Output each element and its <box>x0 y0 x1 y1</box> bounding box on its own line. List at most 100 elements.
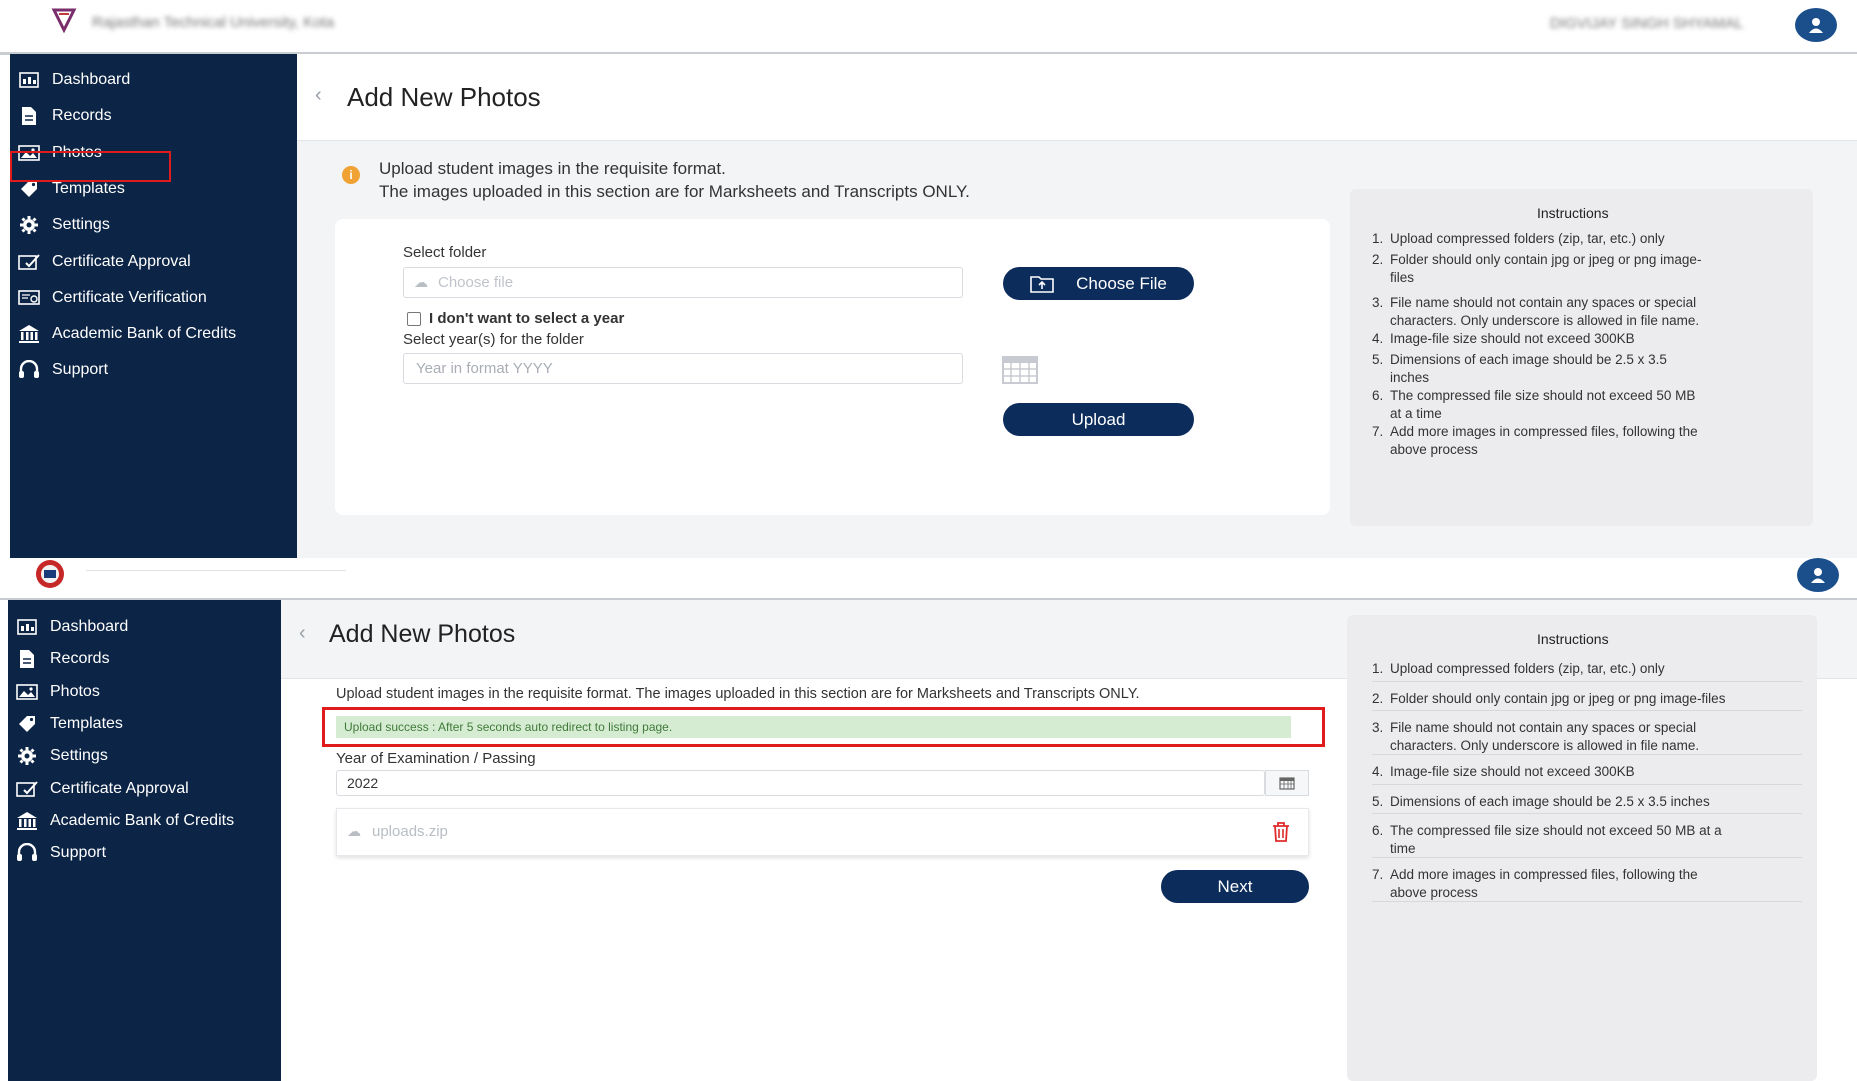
sidebar-item-records[interactable]: Records <box>16 649 110 669</box>
certificate-approval-icon <box>16 779 38 799</box>
delete-trash-icon[interactable] <box>1270 821 1292 843</box>
instruction-item: 5. Dimensions of each image should be 2.5… <box>1372 351 1792 391</box>
gear-icon <box>16 746 38 766</box>
year-input[interactable]: Year in format YYYY <box>403 353 963 384</box>
instruction-divider <box>1372 784 1802 785</box>
sidebar-item-label: Support <box>50 844 107 862</box>
info-line-1: Upload student images in the requisite f… <box>379 159 726 178</box>
sidebar-item-certificate-verification[interactable]: Certificate Verification <box>18 288 207 308</box>
instruction-number: 6. <box>1372 823 1384 838</box>
sidebar-item-label: Settings <box>50 747 108 765</box>
certificate-verification-icon <box>18 288 40 308</box>
instructions-title: Instructions <box>1537 205 1609 221</box>
file-input-placeholder: Choose file <box>438 274 514 291</box>
sidebar-item-dashboard[interactable]: Dashboard <box>16 617 128 637</box>
choose-file-label: Choose File <box>1076 273 1167 293</box>
photos-icon <box>16 682 38 702</box>
sidebar-item-photos[interactable]: Photos <box>16 682 100 702</box>
choose-file-button[interactable]: Choose File <box>1003 267 1194 300</box>
calendar-icon[interactable] <box>1001 353 1039 385</box>
instruction-divider <box>1372 901 1802 902</box>
sidebar-item-settings[interactable]: Settings <box>16 746 108 766</box>
university-logo[interactable] <box>50 6 78 34</box>
bottom-header <box>0 558 1857 600</box>
instruction-number: 2. <box>1372 691 1384 706</box>
cloud-upload-icon: ☁ <box>414 274 428 290</box>
sidebar-item-certificate-approval[interactable]: Certificate Approval <box>18 252 191 272</box>
sidebar-item-label: Records <box>52 107 112 125</box>
sidebar-item-label: Dashboard <box>50 618 129 635</box>
sidebar-item-dashboard[interactable]: Dashboard <box>18 70 130 90</box>
instruction-number: 1. <box>1372 231 1384 246</box>
sidebar-item-academic-bank-of-credits[interactable]: Academic Bank of Credits <box>18 324 236 344</box>
select-folder-label: Select folder <box>403 244 487 261</box>
instruction-item: 6. The compressed file size should not ex… <box>1372 387 1792 427</box>
instruction-line: characters. Only underscore is allowed i… <box>1390 313 1700 328</box>
university-seal-logo[interactable] <box>32 558 68 590</box>
user-icon <box>1809 18 1823 33</box>
header-divider <box>86 570 346 571</box>
bottom-screen: Dashboard Records Photos Templates Settings C… <box>0 558 1857 1081</box>
bottom-info-line: Upload student images in the requisite f… <box>336 686 1140 702</box>
instruction-line: time <box>1390 841 1416 856</box>
instruction-line: Dimensions of each image should be 2.5 x… <box>1390 352 1667 367</box>
instruction-line: Upload compressed folders (zip, tar, etc… <box>1390 661 1665 676</box>
sidebar-item-templates[interactable]: Templates <box>16 714 123 734</box>
year-input-placeholder: Year in format YYYY <box>416 360 553 377</box>
year-label: Year of Examination / Passing <box>336 750 536 767</box>
gear-icon <box>18 215 40 235</box>
no-year-checkbox[interactable] <box>407 312 421 326</box>
bank-icon <box>18 324 40 344</box>
headset-icon <box>16 843 38 863</box>
sidebar-item-support[interactable]: Support <box>16 843 106 863</box>
sidebar-item-records[interactable]: Records <box>18 106 112 126</box>
photos-highlight-box <box>10 151 171 182</box>
sidebar-item-label: Certificate Approval <box>50 779 189 797</box>
year-field[interactable]: 2022 <box>336 770 1265 796</box>
sidebar-item-label: Dashboard <box>52 71 131 88</box>
instruction-item: 6. The compressed file size should not ex… <box>1372 822 1782 862</box>
cloud-upload-icon: ☁ <box>347 823 361 839</box>
instruction-text: The compressed file size should not exce… <box>1390 822 1722 858</box>
instruction-text: Image-file size should not exceed 300KB <box>1390 330 1635 348</box>
instruction-line: Image-file size should not exceed 300KB <box>1390 331 1635 346</box>
sidebar-item-academic-bank-of-credits[interactable]: Academic Bank of Credits <box>16 811 234 831</box>
instruction-item: 3. File name should not contain any space… <box>1372 719 1782 759</box>
instruction-line: at a time <box>1390 406 1442 421</box>
instruction-item: 2. Folder should only contain jpg or jpeg… <box>1372 251 1792 291</box>
uploaded-file-card: ☁ uploads.zip <box>336 808 1309 856</box>
sidebar-item-label: Academic Bank of Credits <box>52 325 237 343</box>
calendar-icon <box>1279 777 1295 790</box>
instruction-text: Add more images in compressed files, fol… <box>1390 866 1698 902</box>
bottom-sidebar: Dashboard Records Photos Templates Settings C… <box>8 600 281 1081</box>
upload-button[interactable]: Upload <box>1003 403 1194 436</box>
instruction-line: inches <box>1390 370 1430 385</box>
sidebar-item-settings[interactable]: Settings <box>18 215 110 235</box>
instruction-divider <box>1372 754 1802 755</box>
sidebar-item-certificate-approval[interactable]: Certificate Approval <box>16 779 189 799</box>
next-button[interactable]: Next <box>1161 870 1309 903</box>
bottom-page-title: Add New Photos <box>329 620 516 648</box>
file-icon <box>18 106 40 126</box>
file-input[interactable]: ☁ Choose file <box>403 267 963 298</box>
sidebar-item-support[interactable]: Support <box>18 360 108 380</box>
instruction-text: Image-file size should not exceed 300KB <box>1390 763 1635 781</box>
back-chevron-icon[interactable]: ‹ <box>299 622 306 645</box>
instruction-line: above process <box>1390 885 1478 900</box>
top-screen: Rajasthan Technical University, Kota DIG… <box>0 0 1857 558</box>
instruction-number: 7. <box>1372 424 1384 439</box>
instruction-number: 6. <box>1372 388 1384 403</box>
headset-icon <box>18 360 40 380</box>
bottom-user-avatar[interactable] <box>1797 558 1839 592</box>
sidebar-item-label: Photos <box>50 682 100 700</box>
success-alert: Upload success : After 5 seconds auto re… <box>336 716 1291 738</box>
instruction-text: Upload compressed folders (zip, tar, etc… <box>1390 230 1665 248</box>
back-chevron-icon[interactable]: ‹ <box>315 84 322 107</box>
year-calendar-button[interactable] <box>1265 770 1309 796</box>
instruction-text: Folder should only contain jpg or jpeg o… <box>1390 690 1725 708</box>
user-avatar[interactable] <box>1795 8 1837 42</box>
instruction-text: Folder should only contain jpg or jpeg o… <box>1390 251 1701 287</box>
instruction-number: 3. <box>1372 720 1384 735</box>
no-year-checkbox-label[interactable]: I don't want to select a year <box>429 310 624 327</box>
instruction-line: File name should not contain any spaces … <box>1390 295 1697 310</box>
